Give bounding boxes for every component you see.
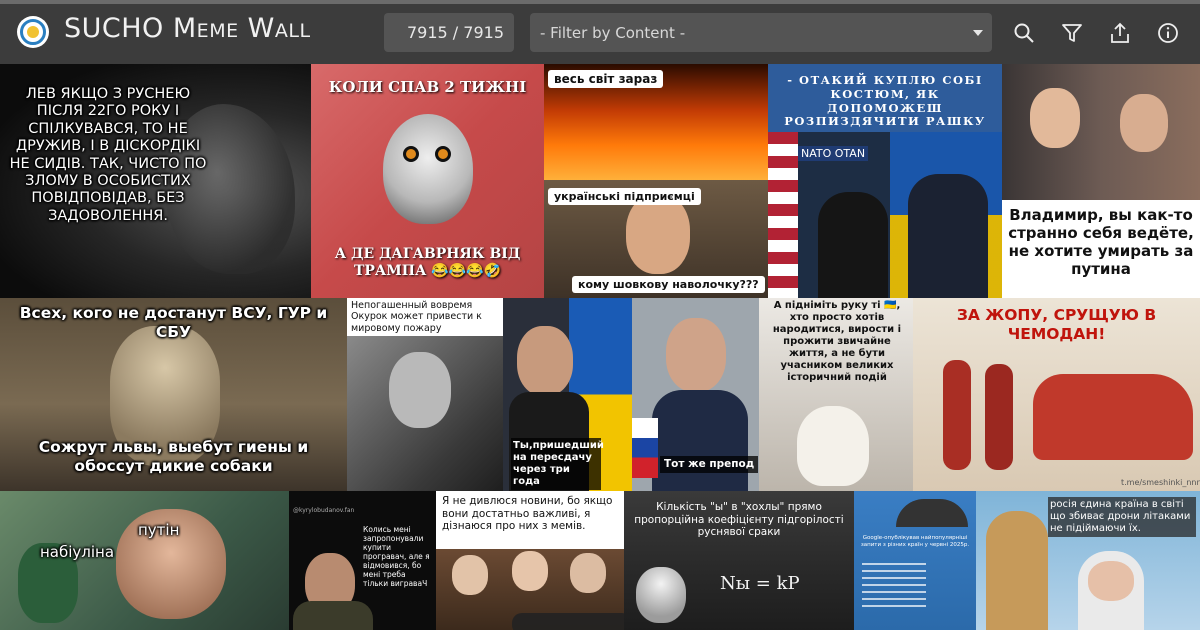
meme-handle: @kyrylobudanov.fan — [293, 507, 355, 514]
overlay-toolbar[interactable] — [512, 613, 624, 630]
meme-caption: Тот же препод — [660, 456, 759, 473]
filter-icon[interactable] — [1061, 22, 1083, 44]
woody-figure — [986, 511, 1048, 630]
meme-tile[interactable]: весь світ зараз українські підприємці ко… — [544, 64, 768, 298]
meme-tile[interactable]: Кількість "ы" в "хохлы" прямо пропорційн… — [624, 491, 854, 630]
meme-middle-text: українські підприємці — [548, 188, 701, 206]
meme-top-text: КОЛИ СПАВ 2 ТИЖНІ — [328, 78, 527, 96]
logo-sun — [27, 26, 39, 38]
meme-tile[interactable]: Тот же препод — [632, 298, 759, 491]
face-figure — [452, 555, 488, 595]
chevron-down-icon — [973, 30, 983, 36]
meme-tile[interactable]: набіуліна путін — [0, 491, 289, 630]
meme-tile[interactable]: ЗА ЖОПУ, СРУЩУЮ В ЧЕМОДАН! t.me/smeshink… — [913, 298, 1200, 491]
meme-bottom-text: Сожрут львы, выебут гиены и обоссут дики… — [38, 438, 309, 475]
meme-caption: А підніміть руку ті 🇺🇦, хто просто хотів… — [772, 300, 902, 383]
lemur-eye — [403, 146, 419, 162]
meme-tile[interactable]: Всех, кого не достанут ВСУ, ГУР и СБУ Со… — [0, 298, 347, 491]
tank-figure — [1033, 374, 1193, 460]
meme-tile[interactable]: Ты,пришедший на пересдачу через три года — [503, 298, 632, 491]
meme-caption: - ОТАКИЙ КУПЛЮ СОБІ КОСТЮМ, ЯК ДОПОМОЖЕШ… — [784, 73, 986, 129]
meme-top-text: весь світ зараз — [548, 70, 664, 89]
logo-ring — [20, 19, 46, 45]
meme-bottom-text: кому шовкову наволочку??? — [572, 276, 765, 294]
share-icon[interactable] — [1109, 22, 1131, 44]
face-figure — [636, 567, 686, 623]
russia-flag — [632, 418, 658, 478]
cat-figure — [797, 406, 869, 486]
soldier-figure — [943, 360, 971, 470]
face-figure — [666, 318, 726, 392]
person-figure — [652, 390, 748, 491]
meme-tile[interactable]: росія єдина країна в світі що збиває дро… — [976, 491, 1200, 630]
meme-caption: Ты,пришедший на пересдачу через три года — [511, 438, 604, 490]
sucho-logo[interactable] — [17, 16, 49, 48]
meme-tile[interactable]: - ОТАКИЙ КУПЛЮ СОБІ КОСТЮМ, ЯК ДОПОМОЖЕШ… — [768, 64, 1002, 298]
meme-top-text: Всех, кого не достанут ВСУ, ГУР и СБУ — [19, 304, 328, 341]
app-title: SUCHO Meme Wall — [64, 13, 311, 44]
meme-caption: Я не дивлюся новини, бо якщо вони достат… — [442, 495, 613, 533]
content-filter-select[interactable]: - Filter by Content - — [530, 13, 992, 52]
meme-credit: t.me/smeshinki_nnn — [1121, 478, 1200, 487]
person-figure — [818, 192, 888, 298]
meme-caption: Google-опублікував найпопулярніші запити… — [860, 535, 970, 548]
meme-caption: Владимир, вы как-то странно себя ведёте,… — [1008, 206, 1194, 278]
meme-caption: Колись мені запропонували купити програв… — [363, 525, 430, 588]
meme-bottom-text: А ДЕ ДАГАВРНЯК ВІД ТРАМПА 😂😂😂🤣 — [334, 246, 521, 279]
meme-label-right: путін — [138, 521, 180, 539]
meme-caption: Непогашенный вовремя Окурок может привес… — [351, 300, 482, 334]
nato-sign: NATO OTAN — [798, 146, 869, 162]
person-figure — [293, 601, 373, 630]
meme-caption: росія єдина країна в світі що збиває дро… — [1048, 497, 1196, 537]
meme-tile[interactable]: Владимир, вы как-то странно себя ведёте,… — [1002, 64, 1200, 298]
meme-counter[interactable]: 7915 / 7915 — [384, 13, 514, 52]
meme-caption: Кількість "ы" в "хохлы" прямо пропорційн… — [634, 501, 844, 539]
face-figure — [570, 553, 606, 593]
formula-text: Nы = kP — [720, 573, 800, 594]
face-figure — [1120, 94, 1168, 152]
face-figure — [626, 194, 690, 274]
info-icon[interactable] — [1157, 22, 1179, 44]
lemur-figure — [383, 114, 473, 224]
meme-tile[interactable]: Google-опублікував найпопулярніші запити… — [854, 491, 976, 630]
meme-tile[interactable]: Я не дивлюся новини, бо якщо вони достат… — [436, 491, 624, 630]
top-bar: SUCHO Meme Wall 7915 / 7915 - Filter by … — [0, 0, 1200, 64]
list-lines — [862, 563, 926, 609]
meme-label-left: набіуліна — [40, 543, 115, 561]
face-figure — [389, 352, 451, 428]
meme-tile[interactable]: КОЛИ СПАВ 2 ТИЖНІ А ДЕ ДАГАВРНЯК ВІД ТРА… — [311, 64, 544, 298]
face-figure — [512, 551, 548, 591]
person-figure — [908, 174, 988, 298]
lemur-eye — [435, 146, 451, 162]
meme-tile[interactable]: ЛЕВ ЯКЩО З РУСНЕЮ ПІСЛЯ 22ГО РОКУ І СПІЛ… — [0, 64, 311, 298]
face-figure — [517, 326, 573, 396]
filter-placeholder: - Filter by Content - — [540, 23, 686, 42]
face-figure — [1088, 561, 1134, 601]
search-icon[interactable] — [1013, 22, 1035, 44]
soldier-figure — [985, 364, 1013, 470]
meme-tile[interactable]: Непогашенный вовремя Окурок может привес… — [347, 298, 503, 491]
umbrella-figure — [896, 499, 968, 527]
meme-tile[interactable]: @kyrylobudanov.fan Колись мені запропону… — [289, 491, 436, 630]
meme-caption: ЛЕВ ЯКЩО З РУСНЕЮ ПІСЛЯ 22ГО РОКУ І СПІЛ… — [9, 86, 207, 224]
us-flag — [768, 132, 798, 298]
meme-caption: ЗА ЖОПУ, СРУЩУЮ В ЧЕМОДАН! — [956, 306, 1157, 343]
meme-tile[interactable]: А підніміть руку ті 🇺🇦, хто просто хотів… — [759, 298, 913, 491]
face-figure — [1030, 88, 1080, 148]
